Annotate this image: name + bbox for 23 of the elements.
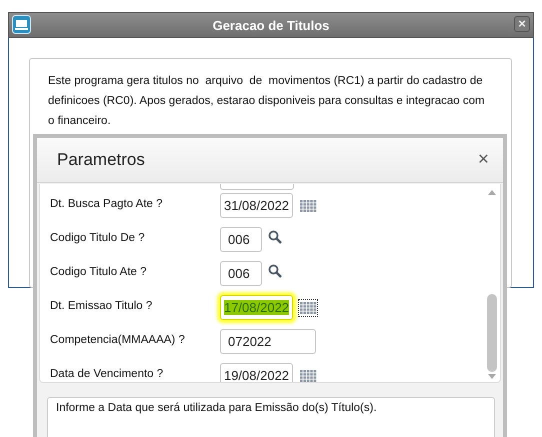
date-field[interactable]: 19/08/2022 xyxy=(220,363,293,382)
field-label: Data de Vencimento ? xyxy=(50,367,164,380)
date-field[interactable]: 31/08/2022 xyxy=(220,193,293,218)
code-field[interactable]: 006 xyxy=(220,261,262,286)
window-title: Geracao de Titulos xyxy=(212,18,330,32)
field-label: Dt. Emissao Titulo ? xyxy=(50,299,154,312)
close-button[interactable]: × xyxy=(514,16,530,32)
calendar-icon[interactable] xyxy=(299,198,317,214)
calendar-icon[interactable] xyxy=(299,300,317,316)
text-field[interactable]: 072022 xyxy=(220,329,316,354)
code-field[interactable]: 006 xyxy=(220,227,262,252)
field-label: Codigo Titulo De ? xyxy=(50,231,146,244)
close-button[interactable]: × xyxy=(478,149,489,171)
dialog-title: Parametros xyxy=(57,150,145,170)
field-label: Dt. Busca Pagto Ate ? xyxy=(50,197,164,210)
calendar-icon[interactable] xyxy=(299,368,317,382)
help-text: Informe a Data que será utilizada para Emissão do(s) Título(s). xyxy=(47,397,495,437)
field-label: Codigo Titulo Ate ? xyxy=(50,265,148,278)
field-label: Competencia(MMAAAA) ? xyxy=(50,333,186,346)
search-icon[interactable] xyxy=(268,230,282,244)
search-icon[interactable] xyxy=(268,264,282,278)
description-text: Este programa gera titulos no arquivo de movimentos (RC1) a partir do cadastro de definicoes (RC0). Apos gerados, estarao disponiveis para consultas e integracao com o financeiro. xyxy=(48,74,486,129)
window-icon xyxy=(12,15,31,34)
